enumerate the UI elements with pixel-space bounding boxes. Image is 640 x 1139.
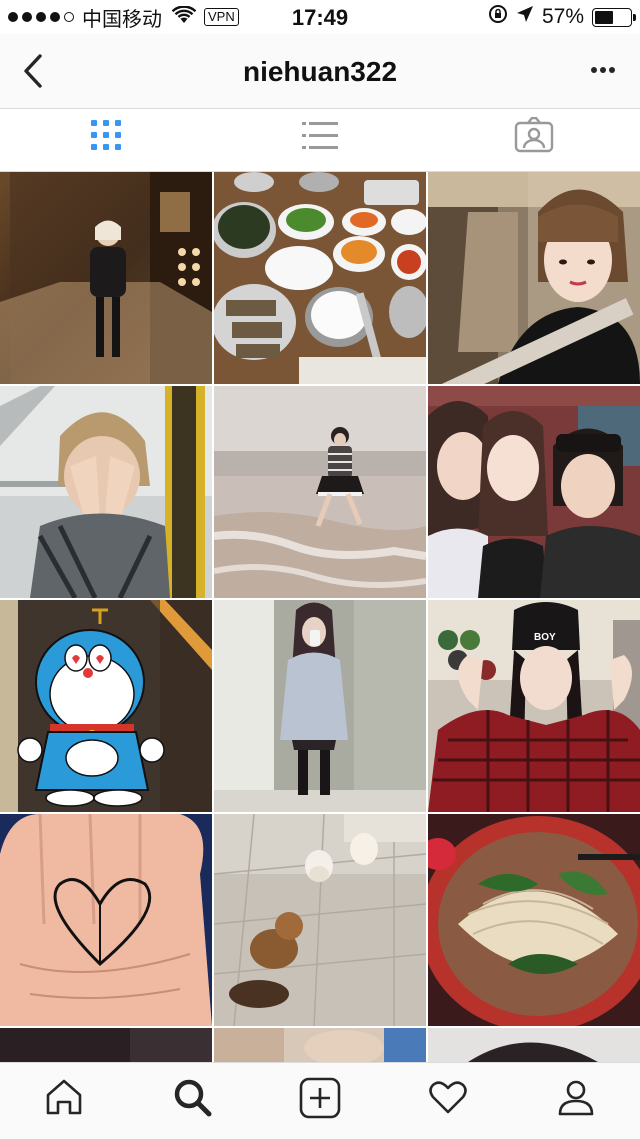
battery-icon [592,7,636,27]
profile-username: niehuan322 [242,56,398,87]
post-thumbnail[interactable] [0,172,212,384]
post-thumbnail[interactable] [0,814,212,1026]
post-thumbnail[interactable] [214,600,426,812]
list-view-icon[interactable] [302,121,338,156]
post-thumbnail[interactable] [214,814,426,1026]
rotation-lock-icon [488,4,508,30]
post-thumbnail[interactable]: BOY [428,600,640,812]
post-thumbnail[interactable] [428,386,640,598]
post-thumbnail[interactable] [0,386,212,598]
bottom-tab-bar [0,1062,640,1139]
profile-icon[interactable] [556,1077,596,1122]
svg-text:BOY: BOY [534,632,556,643]
home-icon[interactable] [44,1077,84,1122]
battery-percent: 57% [541,5,584,28]
post-thumbnail[interactable] [0,1028,212,1062]
grid-view-icon[interactable] [90,119,122,156]
post-thumbnail[interactable] [214,172,426,384]
more-options-icon[interactable] [590,62,616,80]
post-thumbnail[interactable] [214,1028,426,1062]
post-thumbnail[interactable] [214,386,426,598]
status-bar: 中国移动 VPN 17:49 57% [0,0,640,34]
post-thumbnail[interactable] [428,814,640,1026]
tagged-photos-icon[interactable] [514,116,554,158]
search-icon[interactable] [172,1077,212,1122]
add-post-icon[interactable] [299,1077,341,1124]
heart-icon[interactable] [428,1077,468,1122]
post-thumbnail[interactable] [428,172,640,384]
post-thumbnail[interactable] [428,1028,640,1062]
location-arrow-icon [516,5,534,29]
profile-view-tabs [0,109,640,172]
post-thumbnail[interactable] [0,600,212,812]
navigation-bar: niehuan322 [0,34,640,109]
